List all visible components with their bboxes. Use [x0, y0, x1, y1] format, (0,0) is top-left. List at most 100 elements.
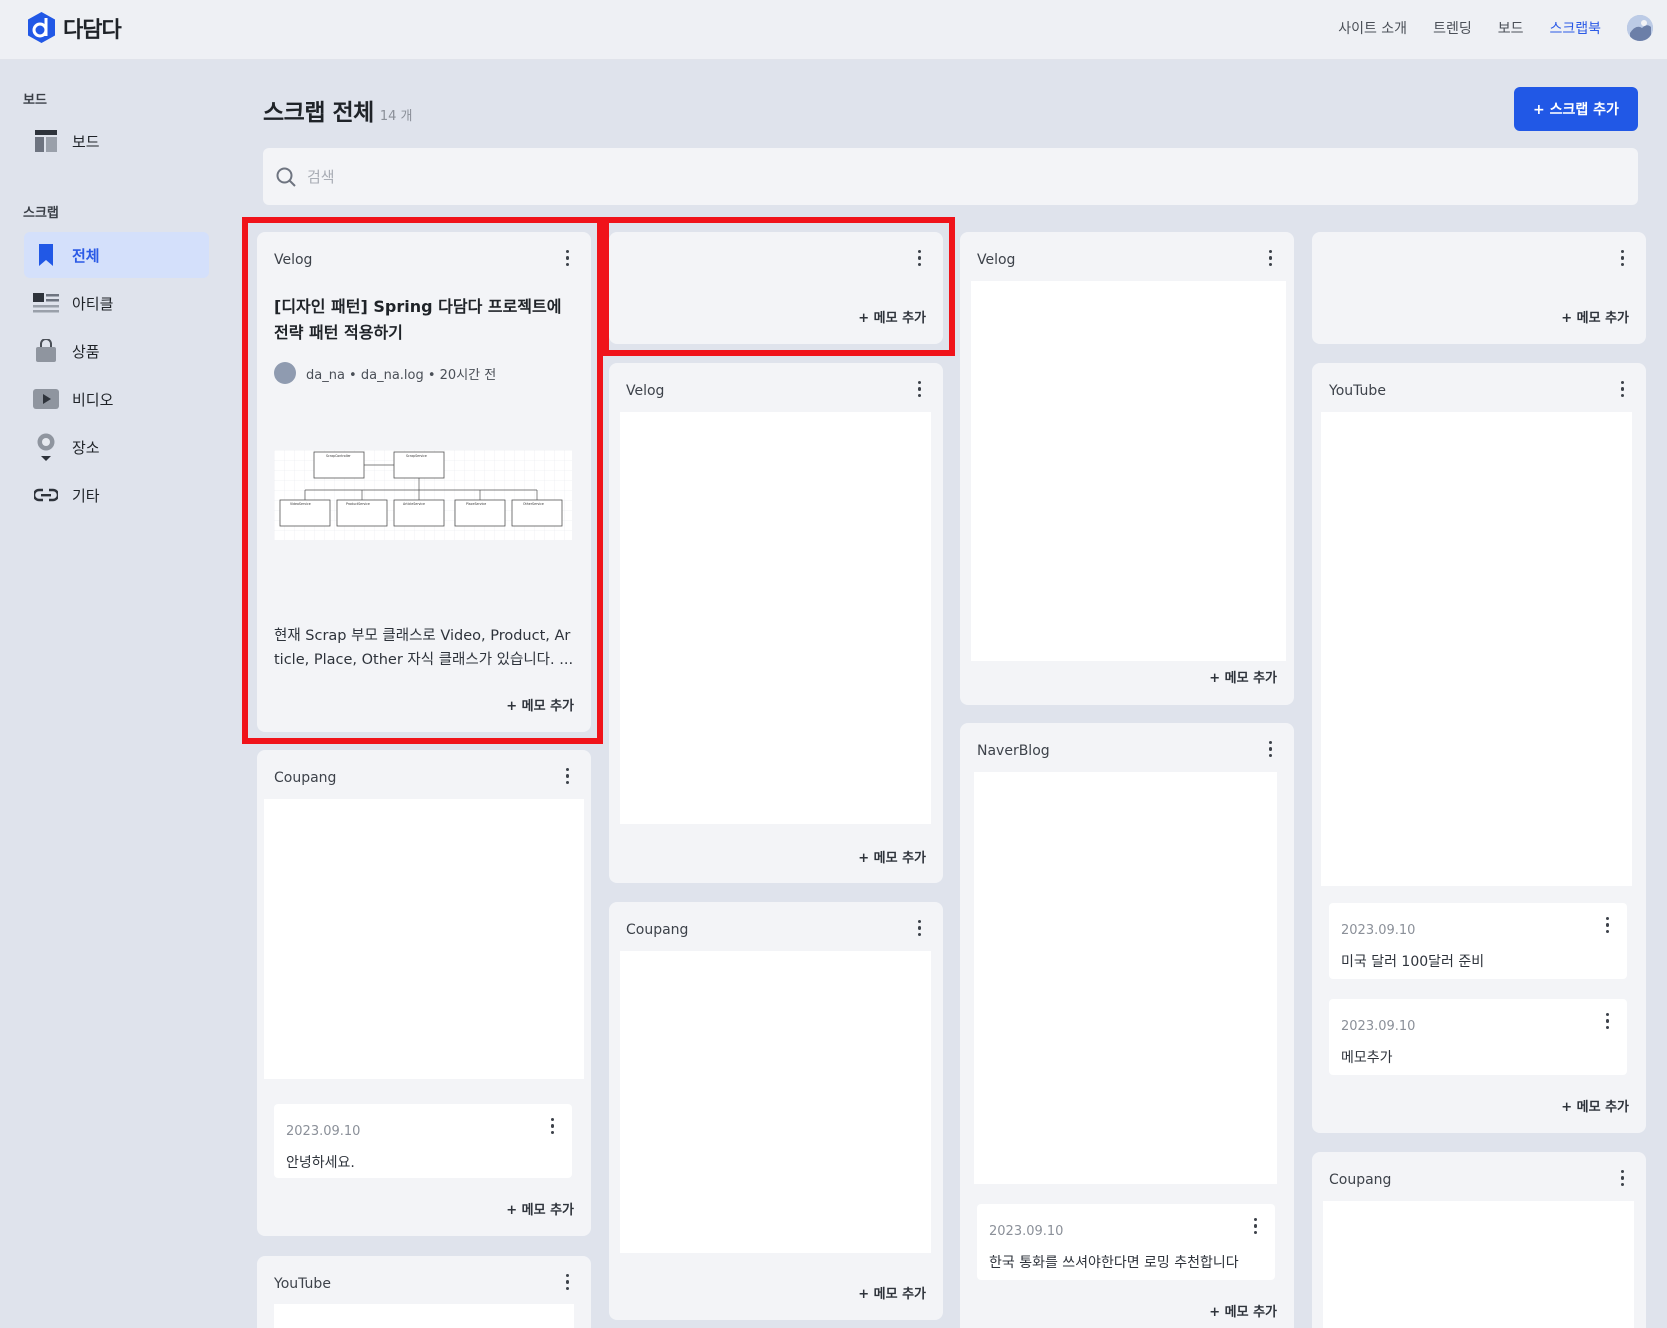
video-preview[interactable]: [274, 1304, 574, 1328]
memo-options-icon[interactable]: [550, 1118, 556, 1136]
video-icon: [33, 386, 59, 412]
memo-item: 2023.09.10 메모추가: [1329, 999, 1627, 1075]
search-input[interactable]: [307, 167, 1607, 186]
sidebar: 보드 보드 스크랩 전체 아티클 상품 비디오 장소 기타: [0, 60, 220, 1328]
logo-icon: [28, 12, 55, 43]
more-options-icon[interactable]: [1620, 250, 1626, 268]
nav-scrapbook[interactable]: 스크랩북: [1549, 18, 1601, 38]
scrap-card-blog[interactable]: NaverBlog 2023.09.10 한국 통화를 쓰셔야한다면 로밍 추천…: [960, 723, 1294, 1328]
diagram-label: ScrapController: [326, 454, 351, 458]
more-options-icon[interactable]: [917, 250, 923, 268]
add-memo-button[interactable]: + 메모 추가: [858, 307, 926, 326]
nav-about[interactable]: 사이트 소개: [1338, 18, 1407, 38]
memo-options-icon[interactable]: [1253, 1218, 1259, 1236]
memo-options-icon[interactable]: [1605, 917, 1611, 935]
product-preview[interactable]: [1323, 1201, 1634, 1328]
more-options-icon[interactable]: [917, 381, 923, 399]
scrap-card-video[interactable]: YouTube: [257, 1256, 591, 1328]
sidebar-item-article[interactable]: 아티클: [24, 280, 209, 326]
video-preview[interactable]: [1321, 412, 1632, 886]
scrap-card-article[interactable]: Velog [디자인 패턴] Spring 다담다 프로젝트에 전략 패턴 적용…: [257, 232, 591, 732]
map-pin-icon: [33, 433, 59, 461]
search-icon: [276, 167, 296, 187]
scrap-card-article[interactable]: Velog + 메모 추가: [960, 232, 1294, 705]
add-memo-button[interactable]: + 메모 추가: [1209, 667, 1277, 686]
sidebar-item-product[interactable]: 상품: [24, 328, 209, 374]
scrap-card-product[interactable]: Coupang 2023.09.10 안녕하세요. + 메모 추가: [257, 750, 591, 1236]
diagram-label: OtherService: [523, 502, 544, 506]
scrap-card-empty[interactable]: + 메모 추가: [609, 232, 943, 344]
add-memo-button[interactable]: + 메모 추가: [1561, 1096, 1629, 1115]
scrap-card-article[interactable]: Velog + 메모 추가: [609, 363, 943, 883]
add-scrap-button[interactable]: + 스크랩 추가: [1514, 87, 1638, 131]
add-memo-button[interactable]: + 메모 추가: [506, 1199, 574, 1218]
sidebar-item-label: 장소: [72, 438, 100, 457]
card-source: Velog: [977, 252, 1016, 268]
card-source: Coupang: [626, 922, 689, 938]
more-options-icon[interactable]: [565, 250, 571, 268]
card-source: NaverBlog: [977, 743, 1050, 759]
add-memo-button[interactable]: + 메모 추가: [1209, 1301, 1277, 1320]
card-source: YouTube: [1329, 383, 1386, 399]
article-preview[interactable]: [620, 412, 931, 824]
memo-date: 2023.09.10: [989, 1224, 1064, 1239]
card-source: Coupang: [274, 770, 337, 786]
memo-item: 2023.09.10 한국 통화를 쓰셔야한다면 로밍 추천합니다: [977, 1204, 1275, 1280]
top-bar: 다담다 사이트 소개 트렌딩 보드 스크랩북: [0, 0, 1667, 60]
add-memo-button[interactable]: + 메모 추가: [1561, 307, 1629, 326]
more-options-icon[interactable]: [565, 1274, 571, 1292]
product-preview[interactable]: [264, 799, 584, 1079]
memo-date: 2023.09.10: [1341, 923, 1416, 938]
more-options-icon[interactable]: [1268, 250, 1274, 268]
blog-preview[interactable]: [974, 772, 1277, 1184]
board-layout-icon: [33, 128, 59, 154]
scrap-card-empty[interactable]: + 메모 추가: [1312, 232, 1646, 344]
card-source: Velog: [274, 252, 313, 268]
memo-text: 메모추가: [1341, 1050, 1393, 1066]
top-nav: 사이트 소개 트렌딩 보드 스크랩북: [1338, 0, 1667, 56]
scrap-card-product[interactable]: Coupang + 메모 추가: [609, 902, 943, 1320]
sidebar-item-video[interactable]: 비디오: [24, 376, 209, 422]
article-thumbnail[interactable]: ScrapController ScrapService VideoServic…: [274, 450, 572, 540]
more-options-icon[interactable]: [917, 920, 923, 938]
nav-board[interactable]: 보드: [1498, 18, 1524, 38]
card-source: YouTube: [274, 1276, 331, 1292]
diagram-label: PlaceService: [466, 502, 486, 506]
scrap-card-video[interactable]: YouTube 2023.09.10 미국 달러 100달러 준비 2023.0…: [1312, 363, 1646, 1133]
bookmark-icon: [33, 242, 59, 268]
memo-date: 2023.09.10: [286, 1124, 361, 1139]
sidebar-item-other[interactable]: 기타: [24, 472, 209, 518]
add-memo-button[interactable]: + 메모 추가: [506, 695, 574, 714]
article-title[interactable]: [디자인 패턴] Spring 다담다 프로젝트에 전략 패턴 적용하기: [274, 294, 574, 346]
memo-text: 한국 통화를 쓰셔야한다면 로밍 추천합니다: [989, 1255, 1239, 1271]
logo[interactable]: 다담다: [26, 11, 122, 44]
add-memo-button[interactable]: + 메모 추가: [858, 1283, 926, 1302]
sidebar-item-place[interactable]: 장소: [24, 424, 209, 470]
more-options-icon[interactable]: [1268, 741, 1274, 759]
diagram-label: ProductService: [346, 502, 370, 506]
sidebar-item-label: 보드: [72, 132, 100, 151]
more-options-icon[interactable]: [1620, 1170, 1626, 1188]
sidebar-item-board[interactable]: 보드: [24, 118, 209, 164]
author-meta: da_na • da_na.log • 20시간 전: [306, 367, 497, 383]
nav-trending[interactable]: 트렌딩: [1433, 18, 1472, 38]
scrap-card-product[interactable]: Coupang: [1312, 1152, 1646, 1328]
page-title-text: 스크랩 전체: [263, 100, 374, 126]
article-preview[interactable]: [971, 281, 1286, 661]
shopping-bag-icon: [33, 338, 59, 364]
product-preview[interactable]: [620, 951, 931, 1253]
memo-item: 2023.09.10 안녕하세요.: [274, 1104, 572, 1178]
memo-options-icon[interactable]: [1605, 1013, 1611, 1031]
sidebar-item-label: 아티클: [72, 294, 114, 313]
add-memo-button[interactable]: + 메모 추가: [858, 847, 926, 866]
article-author: da_na • da_na.log • 20시간 전: [274, 362, 496, 384]
avatar-image: [1627, 15, 1653, 41]
memo-item: 2023.09.10 미국 달러 100달러 준비: [1329, 903, 1627, 979]
more-options-icon[interactable]: [565, 768, 571, 786]
diagram-label: ArticleService: [403, 502, 425, 506]
sidebar-item-label: 전체: [72, 246, 100, 265]
sidebar-item-all[interactable]: 전체: [24, 232, 209, 278]
more-options-icon[interactable]: [1620, 381, 1626, 399]
user-avatar[interactable]: [1627, 15, 1653, 41]
link-icon: [33, 482, 59, 508]
